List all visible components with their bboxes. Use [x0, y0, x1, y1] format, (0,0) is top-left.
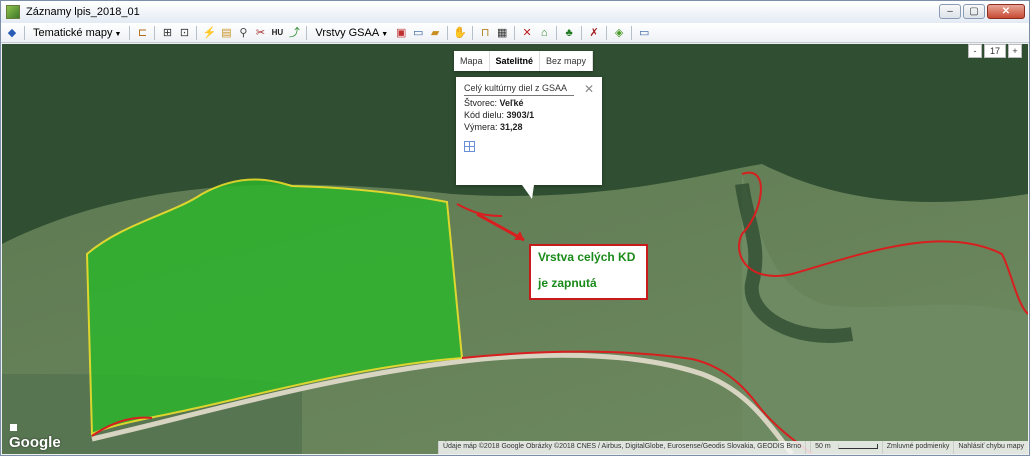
popup-value: 3903/1 [506, 110, 535, 120]
popup-value: 31,28 [500, 122, 523, 132]
thematic-maps-label: Tematické mapy [33, 26, 113, 39]
scale-bar [837, 443, 878, 449]
house-icon[interactable]: ⌂ [537, 26, 551, 40]
draw-line-icon[interactable]: ⤴ [287, 26, 301, 40]
map-attribution: Údaje máp ©2018 Google Obrázky ©2018 CNE… [437, 441, 1028, 454]
title-bar: Záznamy lpis_2018_01 – ▢ ✕ [1, 1, 1029, 23]
zoom-level: 17 [984, 44, 1006, 58]
layers-icon[interactable]: ▤ [219, 26, 233, 40]
attribution-data: Údaje máp ©2018 Google Obrázky ©2018 CNE… [437, 441, 805, 454]
info-popup: Celý kultúrny diel z GSAA ✕ Štvorec: Veľ… [456, 77, 602, 199]
annotation-line-2: je zapnutá [538, 276, 597, 290]
map-type-switcher: Mapa Satelitné Bez mapy [454, 51, 594, 71]
map-type-none[interactable]: Bez mapy [540, 51, 594, 71]
monitor-icon[interactable]: ▭ [411, 26, 425, 40]
toolbar-separator [196, 25, 198, 40]
grid-icon[interactable]: ▦ [495, 26, 509, 40]
popup-label: Výmera: [464, 122, 498, 132]
export-icon[interactable]: ▣ [394, 26, 408, 40]
annotation-line-1: Vrstva celých KD [538, 250, 636, 264]
popup-label: Kód dielu: [464, 110, 505, 120]
map-type-map[interactable]: Mapa [454, 51, 490, 71]
toolbar-separator [129, 25, 131, 40]
google-logo: Google [9, 434, 61, 451]
toolbar-separator [514, 25, 516, 40]
run-icon[interactable]: ✗ [587, 26, 601, 40]
folder-icon[interactable]: ▰ [428, 26, 442, 40]
crop-icon[interactable]: ⊞ [160, 26, 174, 40]
zoom-control: - 17 + [968, 44, 1022, 58]
toolbar-separator [447, 25, 449, 40]
popup-row-area: Výmera: 31,28 [464, 122, 594, 132]
toolbar-separator [24, 25, 25, 40]
diamond-icon[interactable]: ◈ [612, 26, 626, 40]
toolbar-separator [472, 25, 474, 40]
toolbar-separator [306, 25, 308, 40]
scale-indicator: 50 m [805, 441, 882, 454]
popup-label: Štvorec: [464, 98, 498, 108]
close-button[interactable]: ✕ [987, 4, 1025, 19]
chevron-down-icon: ▼ [381, 30, 389, 38]
toolbar-separator [606, 25, 608, 40]
window-title: Záznamy lpis_2018_01 [26, 6, 140, 18]
app-icon [6, 5, 20, 19]
window-icon[interactable]: ▭ [637, 26, 651, 40]
toolbar: ◆ Tematické mapy ▼ ⊏ ⊞ ⊡ ⚡ ▤ ⚲ ✂ HU ⤴ Vrs… [1, 23, 1029, 43]
report-error-link[interactable]: Nahlásiť chybu mapy [953, 441, 1028, 454]
select-area-icon[interactable]: ⊡ [177, 26, 191, 40]
annotation-box: Vrstva celých KD je zapnutá [529, 244, 648, 300]
popup-row-square: Štvorec: Veľké [464, 98, 594, 108]
zoom-out-button[interactable]: - [968, 44, 982, 58]
toolbar-separator [556, 25, 558, 40]
chevron-down-icon: ▼ [114, 30, 122, 38]
ruler-icon[interactable]: ⊏ [135, 26, 149, 40]
minimize-button[interactable]: – [939, 4, 961, 19]
fullscreen-icon[interactable] [10, 424, 17, 431]
terms-link[interactable]: Zmluvné podmienky [881, 441, 954, 454]
map-view[interactable]: Mapa Satelitné Bez mapy - 17 + Celý kult… [2, 44, 1028, 454]
app-window: Záznamy lpis_2018_01 – ▢ ✕ ◆ Tematické m… [0, 0, 1030, 456]
hu-button[interactable]: HU [270, 26, 284, 40]
popup-close-icon[interactable]: ✕ [584, 82, 594, 96]
map-type-satellite[interactable]: Satelitné [490, 51, 541, 71]
toolbar-separator [154, 25, 156, 40]
popup-row-code: Kód dielu: 3903/1 [464, 110, 594, 120]
gsaa-layers-dropdown[interactable]: Vrstvy GSAA ▼ [312, 27, 391, 39]
maximize-button[interactable]: ▢ [963, 4, 985, 19]
popup-value: Veľké [499, 98, 524, 108]
lightning-icon[interactable]: ⚡ [202, 26, 217, 40]
zoom-to-parcel-icon[interactable] [464, 141, 475, 152]
scissors-icon[interactable]: ✂ [253, 26, 267, 40]
toolbar-separator [631, 25, 633, 40]
thematic-maps-dropdown[interactable]: Tematické mapy ▼ [30, 27, 124, 39]
popup-title: Celý kultúrny diel z GSAA [464, 83, 574, 96]
lock-icon[interactable]: ⊓ [478, 26, 492, 40]
no-edit-icon[interactable]: ✕ [520, 26, 534, 40]
navigate-icon[interactable]: ◆ [5, 26, 19, 40]
scale-label: 50 m [810, 441, 835, 452]
magnifier-icon[interactable]: ⚲ [236, 26, 250, 40]
gsaa-layers-label: Vrstvy GSAA [315, 26, 380, 39]
zoom-in-button[interactable]: + [1008, 44, 1022, 58]
tree-icon[interactable]: ♣ [562, 26, 576, 40]
toolbar-separator [581, 25, 583, 40]
hand-pan-icon[interactable]: ✋ [453, 26, 467, 40]
